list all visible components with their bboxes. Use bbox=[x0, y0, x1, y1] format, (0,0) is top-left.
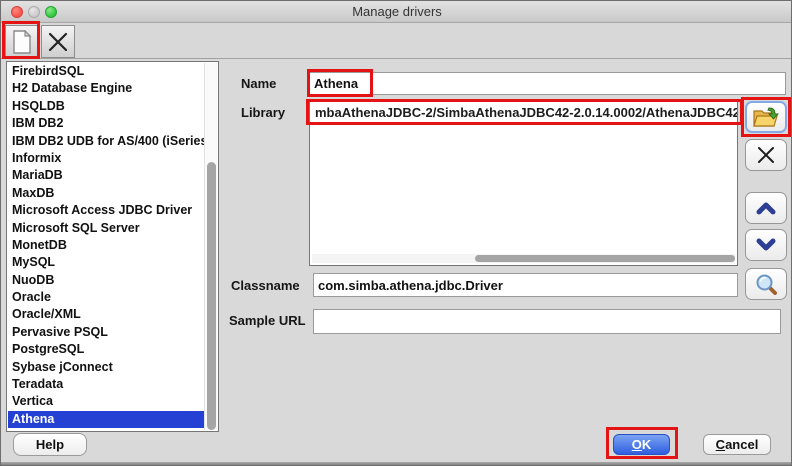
driver-list-item[interactable]: IBM DB2 bbox=[8, 115, 204, 132]
library-label: Library bbox=[241, 105, 285, 120]
close-window-button[interactable] bbox=[11, 6, 23, 18]
driver-list-item[interactable]: Informix bbox=[8, 150, 204, 167]
window-bottom-edge bbox=[1, 462, 792, 466]
classname-label: Classname bbox=[231, 278, 300, 293]
library-list[interactable]: mbaAthenaJDBC-2/SimbaAthenaJDBC42-2.0.14… bbox=[309, 101, 738, 266]
delete-x-icon bbox=[757, 146, 775, 164]
driver-list-item[interactable]: MariaDB bbox=[8, 167, 204, 184]
chevron-down-icon bbox=[756, 238, 776, 252]
new-document-icon bbox=[12, 30, 32, 54]
driver-list-item[interactable]: FirebirdSQL bbox=[8, 63, 204, 80]
driver-list-item[interactable]: PostgreSQL bbox=[8, 341, 204, 358]
cancel-button[interactable]: Cancel bbox=[703, 434, 771, 455]
name-label: Name bbox=[241, 76, 276, 91]
manage-drivers-dialog: Manage drivers FirebirdSQLH2 Database En… bbox=[0, 0, 792, 466]
driver-list-item[interactable]: Microsoft Access JDBC Driver bbox=[8, 202, 204, 219]
zoom-window-button[interactable] bbox=[45, 6, 57, 18]
library-horizontal-scrollbar[interactable] bbox=[312, 254, 735, 263]
driver-list-item[interactable]: Pervasive PSQL bbox=[8, 324, 204, 341]
window-title: Manage drivers bbox=[352, 4, 442, 19]
help-button[interactable]: Help bbox=[13, 433, 87, 456]
magnifier-icon bbox=[755, 273, 777, 295]
scrollbar-thumb[interactable] bbox=[207, 162, 216, 430]
driver-list: FirebirdSQLH2 Database EngineHSQLDBIBM D… bbox=[6, 61, 219, 432]
name-input[interactable] bbox=[309, 72, 786, 95]
driver-list-item[interactable]: NuoDB bbox=[8, 272, 204, 289]
remove-library-button[interactable] bbox=[745, 139, 787, 171]
driver-list-item[interactable]: Oracle bbox=[8, 289, 204, 306]
driver-list-item[interactable]: Oracle/XML bbox=[8, 306, 204, 323]
footer: Help OK Cancel bbox=[1, 432, 792, 462]
minimize-window-button[interactable] bbox=[28, 6, 40, 18]
sample-url-label: Sample URL bbox=[229, 313, 306, 328]
library-entry[interactable]: mbaAthenaJDBC-2/SimbaAthenaJDBC42-2.0.14… bbox=[310, 102, 737, 123]
scrollbar-thumb[interactable] bbox=[475, 255, 735, 262]
move-up-button[interactable] bbox=[745, 192, 787, 224]
delete-driver-button[interactable] bbox=[41, 25, 75, 58]
driver-list-item[interactable]: Teradata bbox=[8, 376, 204, 393]
delete-x-icon bbox=[47, 31, 69, 53]
driver-list-item[interactable]: Sybase jConnect bbox=[8, 359, 204, 376]
list-drivers-button[interactable] bbox=[745, 268, 787, 300]
open-library-file-button[interactable] bbox=[745, 101, 787, 133]
toolbar bbox=[1, 23, 792, 59]
driver-list-item[interactable]: MySQL bbox=[8, 254, 204, 271]
driver-list-item[interactable]: H2 Database Engine bbox=[8, 80, 204, 97]
driver-list-item[interactable]: IBM DB2 UDB for AS/400 (iSeries) bbox=[8, 133, 204, 150]
driver-list-item[interactable]: Athena bbox=[8, 411, 204, 428]
driver-list-item[interactable]: Vertica bbox=[8, 393, 204, 410]
title-bar: Manage drivers bbox=[1, 1, 792, 23]
ok-button[interactable]: OK bbox=[613, 434, 670, 455]
sample-url-input[interactable] bbox=[313, 309, 781, 334]
driver-list-vertical-scrollbar[interactable] bbox=[204, 63, 217, 430]
driver-list-item[interactable]: HSQLDB bbox=[8, 98, 204, 115]
driver-list-item[interactable]: MonetDB bbox=[8, 237, 204, 254]
classname-input[interactable] bbox=[313, 273, 738, 297]
open-folder-icon bbox=[753, 107, 779, 128]
move-down-button[interactable] bbox=[745, 229, 787, 261]
driver-list-item[interactable]: Microsoft SQL Server bbox=[8, 220, 204, 237]
new-driver-button[interactable] bbox=[5, 25, 39, 58]
driver-list-item[interactable]: MaxDB bbox=[8, 185, 204, 202]
chevron-up-icon bbox=[756, 201, 776, 215]
